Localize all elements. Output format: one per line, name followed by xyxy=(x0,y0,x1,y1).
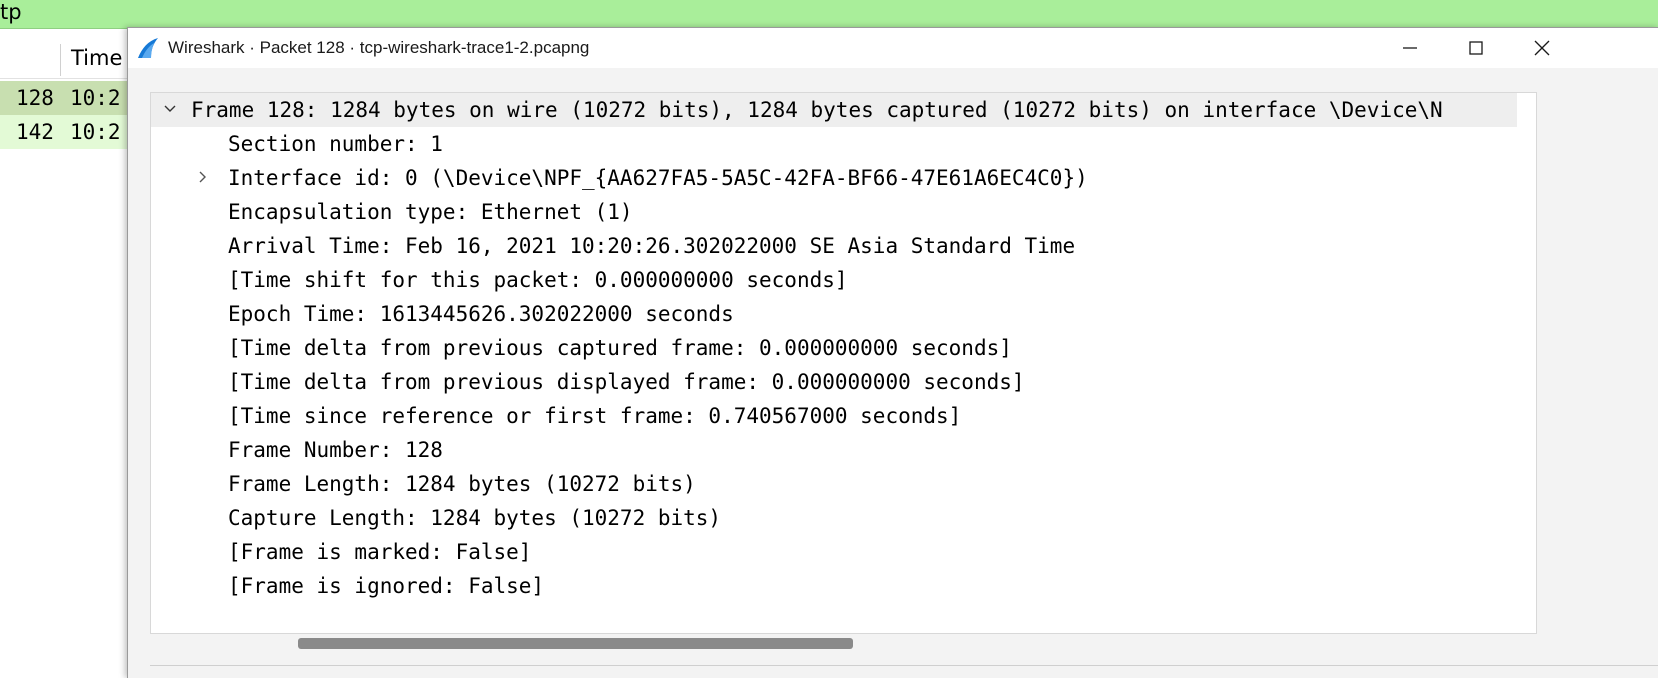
tree-item-label: Interface id: 0 (\Device\NPF_{AA627FA5-5… xyxy=(228,166,1088,190)
display-filter-text: tp xyxy=(0,0,22,24)
tree-item-label: Section number: 1 xyxy=(228,132,443,156)
tree-item-label: [Time since reference or first frame: 0.… xyxy=(228,404,962,428)
chevron-right-icon[interactable] xyxy=(199,161,219,195)
tree-item-label: [Time delta from previous captured frame… xyxy=(228,336,1012,360)
packet-number: 128 xyxy=(16,86,54,110)
tree-item-frame[interactable]: Frame 128: 1284 bytes on wire (10272 bit… xyxy=(151,93,1517,127)
tree-item-label: Frame Number: 128 xyxy=(228,438,443,462)
window-title: Wireshark · Packet 128 · tcp-wireshark-t… xyxy=(168,38,590,57)
packet-dialog: Wireshark · Packet 128 · tcp-wireshark-t… xyxy=(127,27,1658,678)
minimize-icon xyxy=(1403,47,1417,49)
packet-row[interactable]: 128 10:2 xyxy=(0,81,130,115)
tree-item-label: [Frame is ignored: False] xyxy=(228,574,545,598)
column-header-time[interactable]: Time xyxy=(71,46,122,70)
horizontal-scrollbar-thumb[interactable] xyxy=(298,638,853,649)
packet-time: 10:2 xyxy=(70,86,121,110)
minimize-button[interactable] xyxy=(1380,28,1440,68)
packet-time: 10:2 xyxy=(70,120,121,144)
maximize-button[interactable] xyxy=(1446,28,1506,68)
tree-item-label: [Time shift for this packet: 0.000000000… xyxy=(228,268,848,292)
column-separator[interactable] xyxy=(60,44,61,76)
packet-detail-tree[interactable]: Frame 128: 1284 bytes on wire (10272 bit… xyxy=(150,92,1537,634)
tree-item-label: [Frame is marked: False] xyxy=(228,540,532,564)
divider xyxy=(150,665,1658,666)
packet-list-header: Time xyxy=(0,40,130,79)
tree-item-label: Capture Length: 1284 bytes (10272 bits) xyxy=(228,506,722,530)
close-icon xyxy=(1534,40,1550,56)
wireshark-fin-icon xyxy=(136,36,160,60)
display-filter-bar[interactable]: tp xyxy=(0,0,1658,29)
tree-item-label: [Time delta from previous displayed fram… xyxy=(228,370,1025,394)
packet-number: 142 xyxy=(16,120,54,144)
maximize-icon xyxy=(1469,41,1483,55)
chevron-down-icon[interactable] xyxy=(160,93,180,127)
tree-item-label: Encapsulation type: Ethernet (1) xyxy=(228,200,633,224)
title-bar[interactable]: Wireshark · Packet 128 · tcp-wireshark-t… xyxy=(128,28,1658,68)
tree-item-label: Arrival Time: Feb 16, 2021 10:20:26.3020… xyxy=(228,234,1076,258)
tree-item-label: Frame Length: 1284 bytes (10272 bits) xyxy=(228,472,696,496)
frame-summary: Frame 128: 1284 bytes on wire (10272 bit… xyxy=(191,98,1443,122)
close-button[interactable] xyxy=(1512,28,1572,68)
tree-item-label: Epoch Time: 1613445626.302022000 seconds xyxy=(228,302,734,326)
packet-row[interactable]: 142 10:2 xyxy=(0,115,130,149)
